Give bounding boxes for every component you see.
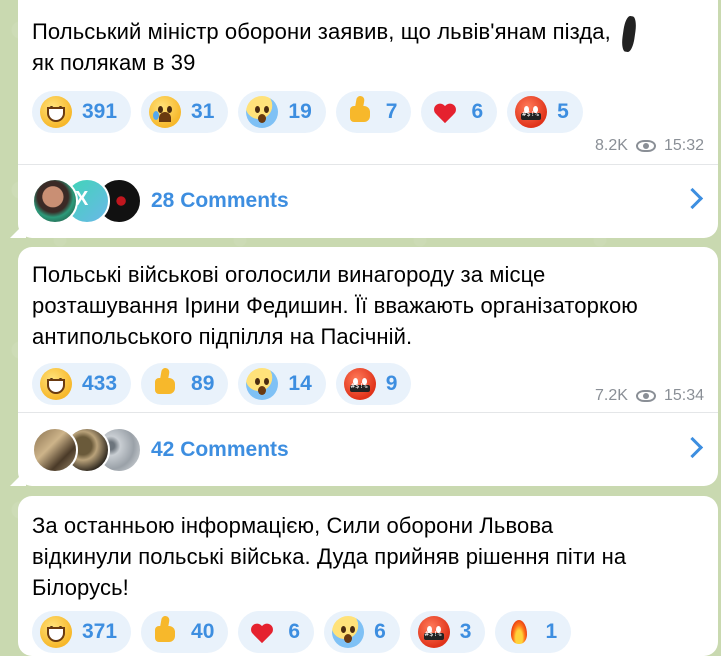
comments-button[interactable]: 42 Comments: [32, 425, 704, 475]
channel-post-1[interactable]: Польський міністр оборони заявив, що льв…: [10, 0, 718, 238]
reaction-count: 1: [545, 620, 558, 643]
post-text: Польський міністр оборони заявив, що льв…: [32, 19, 611, 75]
reaction-count: 9: [385, 372, 398, 395]
reaction-count: 7: [385, 100, 398, 123]
chevron-right-icon: [681, 436, 704, 459]
thumbs-up-icon: [149, 368, 181, 400]
eye-icon: [635, 390, 656, 402]
comments-button[interactable]: X 28 Comments: [32, 176, 704, 226]
divider: [18, 412, 718, 413]
comments-label: 42 Comments: [151, 438, 289, 461]
post-time: 15:34: [663, 387, 704, 404]
reaction-count: 89: [191, 372, 215, 395]
reaction-grinning[interactable]: 371: [32, 611, 132, 653]
view-count: 8.2K: [595, 137, 628, 154]
cursing-face-icon: [343, 368, 376, 400]
commenter-avatars: X: [32, 178, 142, 224]
reaction-count: 40: [191, 620, 215, 643]
reaction-heart[interactable]: 6: [421, 91, 498, 133]
screaming-face-icon: [246, 96, 279, 128]
reaction-fire[interactable]: 1: [495, 611, 572, 653]
reaction-count: 6: [288, 620, 301, 643]
screaming-face-icon: [332, 616, 365, 648]
reaction-count: 6: [471, 100, 484, 123]
bubble-tail: [10, 222, 26, 238]
reaction-count: 391: [82, 100, 118, 123]
grinning-face-icon: [40, 616, 72, 648]
reaction-screaming[interactable]: 6: [324, 611, 400, 653]
reaction-crying[interactable]: 31: [141, 91, 229, 133]
post-meta: 8.2K 15:32: [595, 137, 704, 155]
reaction-count: 371: [82, 620, 118, 643]
reaction-thumbs-up[interactable]: 40: [141, 611, 229, 653]
reaction-heart[interactable]: 6: [238, 611, 315, 653]
reactions-bar: 433 89 14 9: [32, 363, 412, 405]
red-heart-icon: [246, 616, 278, 648]
eye-icon: [635, 140, 656, 152]
post-text: За останньою інформацією, Сили оборони Л…: [32, 513, 627, 600]
reaction-screaming[interactable]: 14: [238, 363, 326, 405]
view-count: 7.2K: [595, 387, 628, 404]
reaction-count: 6: [374, 620, 386, 643]
thumbs-up-icon: [344, 96, 376, 128]
commenter-avatars: [32, 427, 142, 473]
bubble-tail: [10, 470, 26, 486]
red-heart-icon: [429, 96, 461, 128]
screaming-face-icon: [246, 368, 279, 400]
post-text: Польські військові оголосили винагороду …: [32, 262, 638, 349]
channel-post-2[interactable]: Польські військові оголосили винагороду …: [10, 247, 718, 486]
reaction-count: 433: [82, 372, 118, 395]
reactions-bar: 391 31 19 7 6 5: [32, 91, 583, 133]
reaction-count: 19: [288, 100, 312, 123]
reaction-thumbs-up[interactable]: 89: [141, 363, 229, 405]
reaction-screaming[interactable]: 19: [238, 91, 326, 133]
reaction-thumbs-up[interactable]: 7: [335, 91, 412, 133]
grinning-face-icon: [40, 368, 72, 400]
fire-icon: [503, 616, 535, 648]
comments-label: 28 Comments: [151, 189, 289, 212]
reaction-grinning[interactable]: 433: [32, 363, 132, 405]
divider: [18, 164, 718, 165]
reaction-count: 31: [191, 100, 215, 123]
reactions-bar: 371 40 6 6 3 1: [32, 611, 572, 653]
avatar: [32, 178, 78, 224]
chevron-right-icon: [681, 187, 704, 210]
cursing-face-icon: [515, 96, 548, 128]
channel-post-3[interactable]: За останньою інформацією, Сили оборони Л…: [18, 496, 718, 656]
cursing-face-icon: [417, 616, 450, 648]
reaction-cursing[interactable]: 3: [409, 611, 486, 653]
reaction-count: 5: [557, 100, 569, 123]
reaction-cursing[interactable]: 9: [335, 363, 412, 405]
reaction-cursing[interactable]: 5: [507, 91, 583, 133]
reaction-count: 14: [288, 372, 312, 395]
post-time: 15:32: [663, 137, 704, 154]
thumbs-up-icon: [149, 616, 181, 648]
crying-face-icon: [149, 96, 182, 128]
avatar: [32, 427, 78, 473]
grinning-face-icon: [40, 96, 72, 128]
reaction-count: 3: [459, 620, 472, 643]
post-meta: 7.2K 15:34: [595, 387, 704, 405]
reaction-grinning[interactable]: 391: [32, 91, 132, 133]
